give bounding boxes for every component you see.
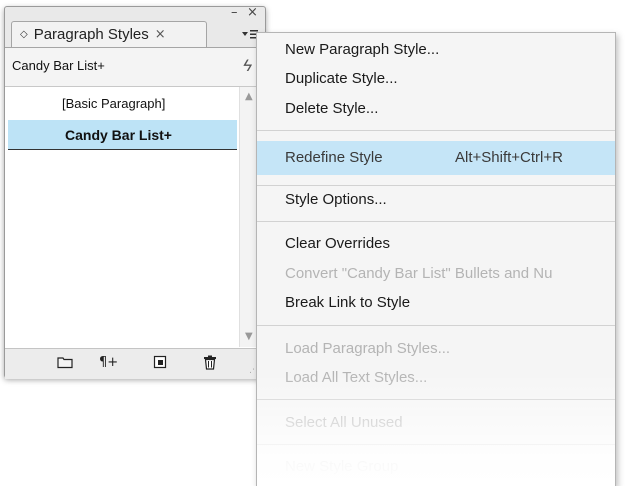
tab-close-button[interactable]: × [155,27,166,42]
new-style-icon[interactable] [153,355,167,373]
menu-item-style-options[interactable]: Style Options... [257,186,615,214]
tab-paragraph-styles[interactable]: ◇ Paragraph Styles × [11,21,207,47]
menu-item-break-link[interactable]: Break Link to Style [257,289,615,317]
minimize-button[interactable]: – [231,6,238,20]
menu-item-duplicate-style[interactable]: Duplicate Style... [257,65,615,93]
menu-item-select-all-unused: Select All Unused [285,414,403,431]
menu-item-redefine-style[interactable]: Redefine Style Alt+Shift+Ctrl+R [257,141,615,175]
tab-collapse-icon[interactable]: ◇ [20,29,28,40]
current-style-label: Candy Bar List+ [12,58,105,73]
styles-list: [Basic Paragraph] Candy Bar List+ [5,87,239,347]
close-panel-button[interactable]: × [247,6,258,20]
panel-body: Candy Bar List+ ϟ [Basic Paragraph] Cand… [5,47,265,379]
menu-item-load-paragraph-styles: Load Paragraph Styles... [285,340,451,357]
menu-item-load-all-text-styles: Load All Text Styles... [285,369,428,386]
clear-overrides-icon[interactable]: ¶+ [99,355,118,371]
menu-separator [257,444,615,445]
menu-item-delete-style[interactable]: Delete Style... [257,95,615,123]
panel-bottom-toolbar: ¶+ ⋰ [5,348,265,379]
list-item-basic-paragraph[interactable]: [Basic Paragraph] [8,89,237,119]
menu-item-label: Redefine Style [285,149,383,166]
folder-icon[interactable] [57,355,73,373]
menu-item-convert-bullets: Convert "Candy Bar List" Bullets and Nu [285,265,553,282]
tab-label: Paragraph Styles [33,26,149,43]
menu-separator [257,221,615,222]
list-item-candy-bar-list[interactable]: Candy Bar List+ [8,120,237,150]
current-style-row: Candy Bar List+ ϟ [5,48,265,87]
scroll-down-icon[interactable]: ▼ [245,331,253,342]
paragraph-styles-panel: – × ◇ Paragraph Styles × Candy Bar List+… [4,6,266,379]
menu-item-new-paragraph-style[interactable]: New Paragraph Style... [257,36,615,64]
menu-item-shortcut: Alt+Shift+Ctrl+R [455,149,563,166]
panel-flyout-menu: New Paragraph Style... Duplicate Style..… [256,32,616,486]
menu-separator [257,325,615,326]
panel-title-bar[interactable]: – × [5,6,265,21]
menu-separator [257,399,615,400]
scroll-up-icon[interactable]: ▲ [245,91,253,102]
trash-icon[interactable] [203,355,217,374]
menu-separator [257,130,615,131]
menu-item-new-style-group: New Style Group [285,458,399,475]
quick-apply-lightning-icon[interactable]: ϟ [243,56,252,76]
menu-item-clear-overrides[interactable]: Clear Overrides [257,230,615,258]
